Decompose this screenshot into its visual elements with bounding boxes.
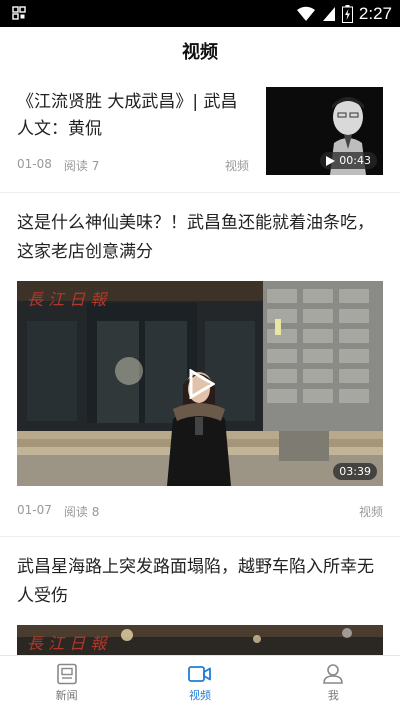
notification-app-icon	[12, 6, 26, 20]
clock: 2:27	[358, 3, 392, 23]
status-bar: 2:27	[0, 0, 400, 27]
svg-text:長 江 日 報: 長 江 日 報	[27, 290, 108, 309]
page-header: 视频	[0, 27, 400, 75]
feed-item[interactable]: 这是什么神仙美味？！武昌鱼还能就着油条吃，这家老店创意满分 長 江 日 報 03…	[0, 193, 400, 537]
tab-video[interactable]: 视频	[133, 656, 266, 710]
video-duration-badge: 03:39	[333, 463, 377, 480]
feed-item-date: 01-08	[17, 157, 52, 171]
feed-item-category: 视频	[358, 505, 383, 519]
feed-item-title[interactable]: 武昌星海路上突发路面塌陷，越野车陷入所幸无人受伤	[17, 553, 383, 611]
feed-item-title[interactable]: 《江流贤胜 大成武昌》| 武昌人文：黄侃	[17, 89, 249, 143]
video-duration-badge: 00:43	[320, 152, 377, 169]
video-feed[interactable]: 《江流贤胜 大成武昌》| 武昌人文：黄侃 01-08 阅读 7 视频 00:43	[0, 75, 400, 655]
duration-text: 00:43	[339, 154, 371, 167]
feed-item[interactable]: 武昌星海路上突发路面塌陷，越野车陷入所幸无人受伤 長 江 日 報	[0, 537, 400, 655]
bottom-tab-bar: 新闻 视频 我	[0, 655, 400, 710]
feed-item-date: 01-07	[17, 503, 52, 517]
feed-item-meta: 01-07 阅读 8 视频	[17, 503, 383, 520]
feed-item-category: 视频	[224, 159, 249, 173]
news-icon	[56, 663, 77, 685]
feed-item-reads: 阅读 7	[63, 159, 100, 173]
tab-news[interactable]: 新闻	[0, 656, 133, 710]
tab-label: 视频	[188, 689, 211, 702]
video-icon	[188, 666, 211, 682]
play-icon	[326, 155, 336, 166]
tab-label: 新闻	[55, 689, 78, 702]
signal-icon	[322, 6, 335, 21]
feed-item-title[interactable]: 这是什么神仙美味？！武昌鱼还能就着油条吃，这家老店创意满分	[17, 209, 383, 267]
feed-item-reads: 阅读 8	[63, 505, 100, 519]
feed-item-meta: 01-08 阅读 7 视频	[17, 157, 249, 174]
video-thumbnail[interactable]: 00:43	[266, 87, 383, 175]
street-image: 長 江 日 報	[17, 625, 383, 655]
svg-text:長 江 日 報: 長 江 日 報	[27, 634, 108, 653]
battery-icon	[341, 4, 353, 23]
feed-item[interactable]: 《江流贤胜 大成武昌》| 武昌人文：黄侃 01-08 阅读 7 视频 00:43	[0, 75, 400, 193]
profile-icon	[323, 664, 344, 684]
play-icon[interactable]	[187, 369, 215, 399]
duration-text: 03:39	[339, 465, 371, 478]
tab-profile[interactable]: 我	[267, 656, 400, 710]
video-player-thumbnail[interactable]: 長 江 日 報 03:39	[17, 281, 383, 486]
wifi-icon	[296, 6, 315, 21]
page-title: 视频	[182, 42, 218, 63]
tab-label: 我	[327, 689, 339, 702]
video-player-thumbnail[interactable]: 長 江 日 報	[17, 625, 383, 655]
